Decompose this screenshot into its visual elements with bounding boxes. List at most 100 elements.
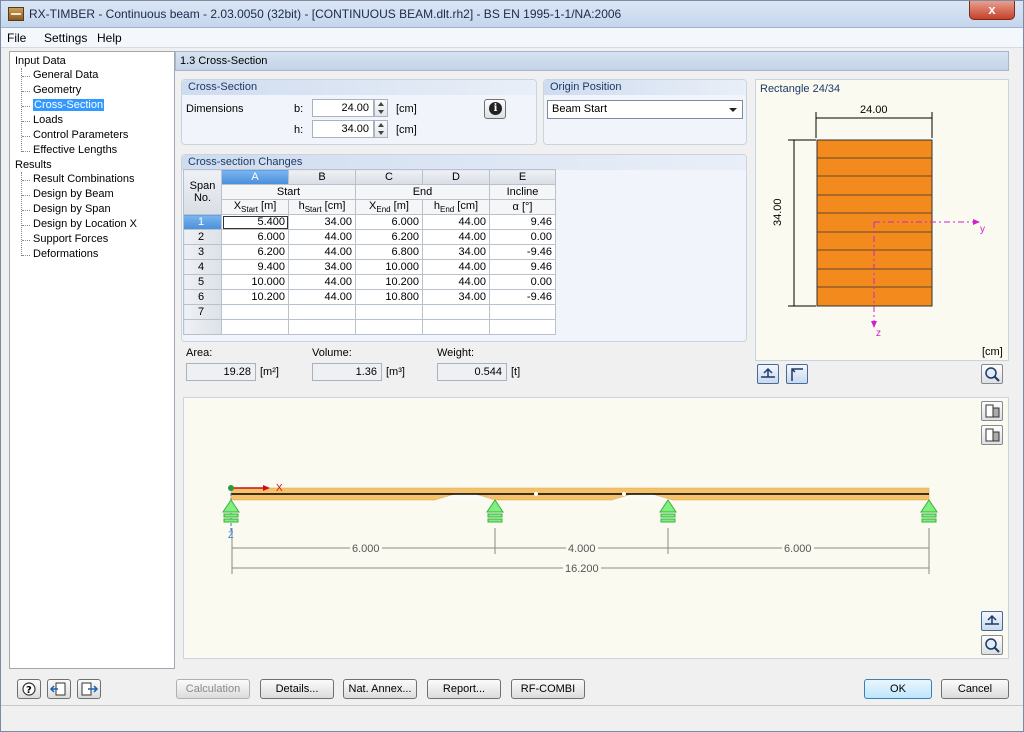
tree-item-design-by-beam[interactable]: Design by Beam [33, 188, 114, 200]
x-start-cell[interactable] [221, 304, 289, 321]
h-start-cell[interactable] [288, 304, 356, 321]
x-end-cell[interactable]: 6.000 [355, 214, 423, 231]
x-start-cell[interactable]: 10.000 [221, 274, 289, 291]
h-end-cell[interactable] [422, 319, 490, 336]
help-button[interactable]: ? [17, 679, 41, 699]
h-end-cell[interactable]: 34.00 [422, 289, 490, 306]
h-input[interactable]: 34.00 [312, 120, 374, 138]
incline-cell[interactable]: 9.46 [489, 259, 556, 276]
origin-position-select[interactable]: Beam Start [547, 100, 743, 119]
tree-item-deformations[interactable]: Deformations [33, 248, 98, 260]
column-e-header[interactable]: E [489, 169, 556, 185]
incline-cell[interactable]: -9.46 [489, 244, 556, 261]
h-start-cell[interactable]: 44.00 [288, 244, 356, 261]
info-button[interactable]: i [484, 99, 506, 119]
details-button[interactable]: Details... [260, 679, 334, 699]
incline-cell[interactable]: 0.00 [489, 274, 556, 291]
x-end-cell[interactable] [355, 304, 423, 321]
x-start-cell[interactable] [221, 319, 289, 336]
beam-drawing [222, 485, 938, 574]
table-row[interactable]: 2 6.000 44.00 6.200 44.00 0.00 [183, 229, 556, 246]
tree-results[interactable]: Results [15, 159, 52, 171]
beam-view-option-button-2[interactable] [981, 425, 1003, 445]
tree-item-result-combinations[interactable]: Result Combinations [33, 173, 135, 185]
table-row[interactable]: 7 [183, 304, 556, 321]
section-unit-label: [cm] [982, 346, 1003, 358]
beam-view-option-button-1[interactable] [981, 401, 1003, 421]
table-row[interactable]: 3 6.200 44.00 6.800 34.00 -9.46 [183, 244, 556, 261]
h-end-cell[interactable] [422, 304, 490, 321]
x-start-cell[interactable]: 10.200 [221, 289, 289, 306]
beam-zoom-button[interactable] [981, 635, 1003, 655]
table-row[interactable] [183, 319, 556, 336]
x-start-cell[interactable]: 6.000 [221, 229, 289, 246]
tree-item-design-by-span[interactable]: Design by Span [33, 203, 111, 215]
tree-item-control-parameters[interactable]: Control Parameters [33, 129, 128, 141]
incline-cell[interactable]: 9.46 [489, 214, 556, 231]
rf-combi-button[interactable]: RF-COMBI [511, 679, 585, 699]
axis-toggle-button[interactable] [786, 364, 808, 384]
menu-file[interactable]: File [7, 31, 26, 45]
calculation-button[interactable]: Calculation [176, 679, 250, 699]
incline-cell[interactable] [489, 304, 556, 321]
tree-item-design-by-location-x[interactable]: Design by Location X [33, 218, 137, 230]
x-end-cell[interactable]: 10.200 [355, 274, 423, 291]
x-end-cell[interactable]: 10.800 [355, 289, 423, 306]
h-spinner[interactable] [374, 120, 388, 138]
incline-cell[interactable] [489, 319, 556, 336]
h-end-cell[interactable]: 34.00 [422, 244, 490, 261]
h-end-cell[interactable]: 44.00 [422, 214, 490, 231]
tree-item-effective-lengths[interactable]: Effective Lengths [33, 144, 117, 156]
h-end-cell[interactable]: 44.00 [422, 259, 490, 276]
close-window-button[interactable]: x [969, 1, 1015, 20]
x-end-cell[interactable]: 6.800 [355, 244, 423, 261]
cancel-button[interactable]: Cancel [941, 679, 1009, 699]
table-row[interactable]: 6 10.200 44.00 10.800 34.00 -9.46 [183, 289, 556, 306]
tree-item-support-forces[interactable]: Support Forces [33, 233, 108, 245]
menu-help[interactable]: Help [97, 31, 122, 45]
beam-dimension-toggle-button[interactable] [981, 611, 1003, 631]
x-end-cell[interactable]: 10.000 [355, 259, 423, 276]
incline-cell[interactable]: 0.00 [489, 229, 556, 246]
h-start-cell[interactable]: 34.00 [288, 214, 356, 231]
import-button[interactable] [47, 679, 71, 699]
h-start-cell[interactable]: 34.00 [288, 259, 356, 276]
x-end-cell[interactable] [355, 319, 423, 336]
b-spinner[interactable] [374, 99, 388, 117]
nat-annex-button[interactable]: Nat. Annex... [343, 679, 417, 699]
tree-input-data[interactable]: Input Data [15, 55, 66, 67]
h-start-cell[interactable]: 44.00 [288, 229, 356, 246]
column-c-header[interactable]: C [355, 169, 423, 185]
h-end-cell[interactable]: 44.00 [422, 229, 490, 246]
dimension-toggle-button[interactable] [757, 364, 779, 384]
report-button[interactable]: Report... [427, 679, 501, 699]
tree-item-cross-section[interactable]: Cross-Section [33, 99, 105, 111]
x-start-cell[interactable]: 5.400 [221, 214, 289, 231]
h-start-cell[interactable] [288, 319, 356, 336]
x-start-cell[interactable]: 9.400 [221, 259, 289, 276]
export-button[interactable] [77, 679, 101, 699]
column-d-header[interactable]: D [422, 169, 490, 185]
menu-settings[interactable]: Settings [44, 31, 87, 45]
b-input[interactable]: 24.00 [312, 99, 374, 117]
section-zoom-button[interactable] [981, 364, 1003, 384]
tree-item-general-data[interactable]: General Data [33, 69, 98, 81]
ok-button[interactable]: OK [864, 679, 932, 699]
menu-bar: File Settings Help [1, 28, 1023, 48]
column-b-header[interactable]: B [288, 169, 356, 185]
span-1-length: 6.000 [350, 543, 382, 555]
column-a-header[interactable]: A [221, 169, 289, 185]
x-start-cell[interactable]: 6.200 [221, 244, 289, 261]
tree-item-loads[interactable]: Loads [33, 114, 63, 126]
h-start-cell[interactable]: 44.00 [288, 274, 356, 291]
table-row[interactable]: 1 5.400 34.00 6.000 44.00 9.46 [183, 214, 556, 231]
origin-position-panel: Origin Position Beam Start [543, 79, 747, 145]
x-end-cell[interactable]: 6.200 [355, 229, 423, 246]
table-row[interactable]: 4 9.400 34.00 10.000 44.00 9.46 [183, 259, 556, 276]
table-row[interactable]: 5 10.000 44.00 10.200 44.00 0.00 [183, 274, 556, 291]
h-end-cell[interactable]: 44.00 [422, 274, 490, 291]
h-start-cell[interactable]: 44.00 [288, 289, 356, 306]
tree-item-geometry[interactable]: Geometry [33, 84, 81, 96]
incline-cell[interactable]: -9.46 [489, 289, 556, 306]
dimensions-label: Dimensions [186, 103, 244, 115]
